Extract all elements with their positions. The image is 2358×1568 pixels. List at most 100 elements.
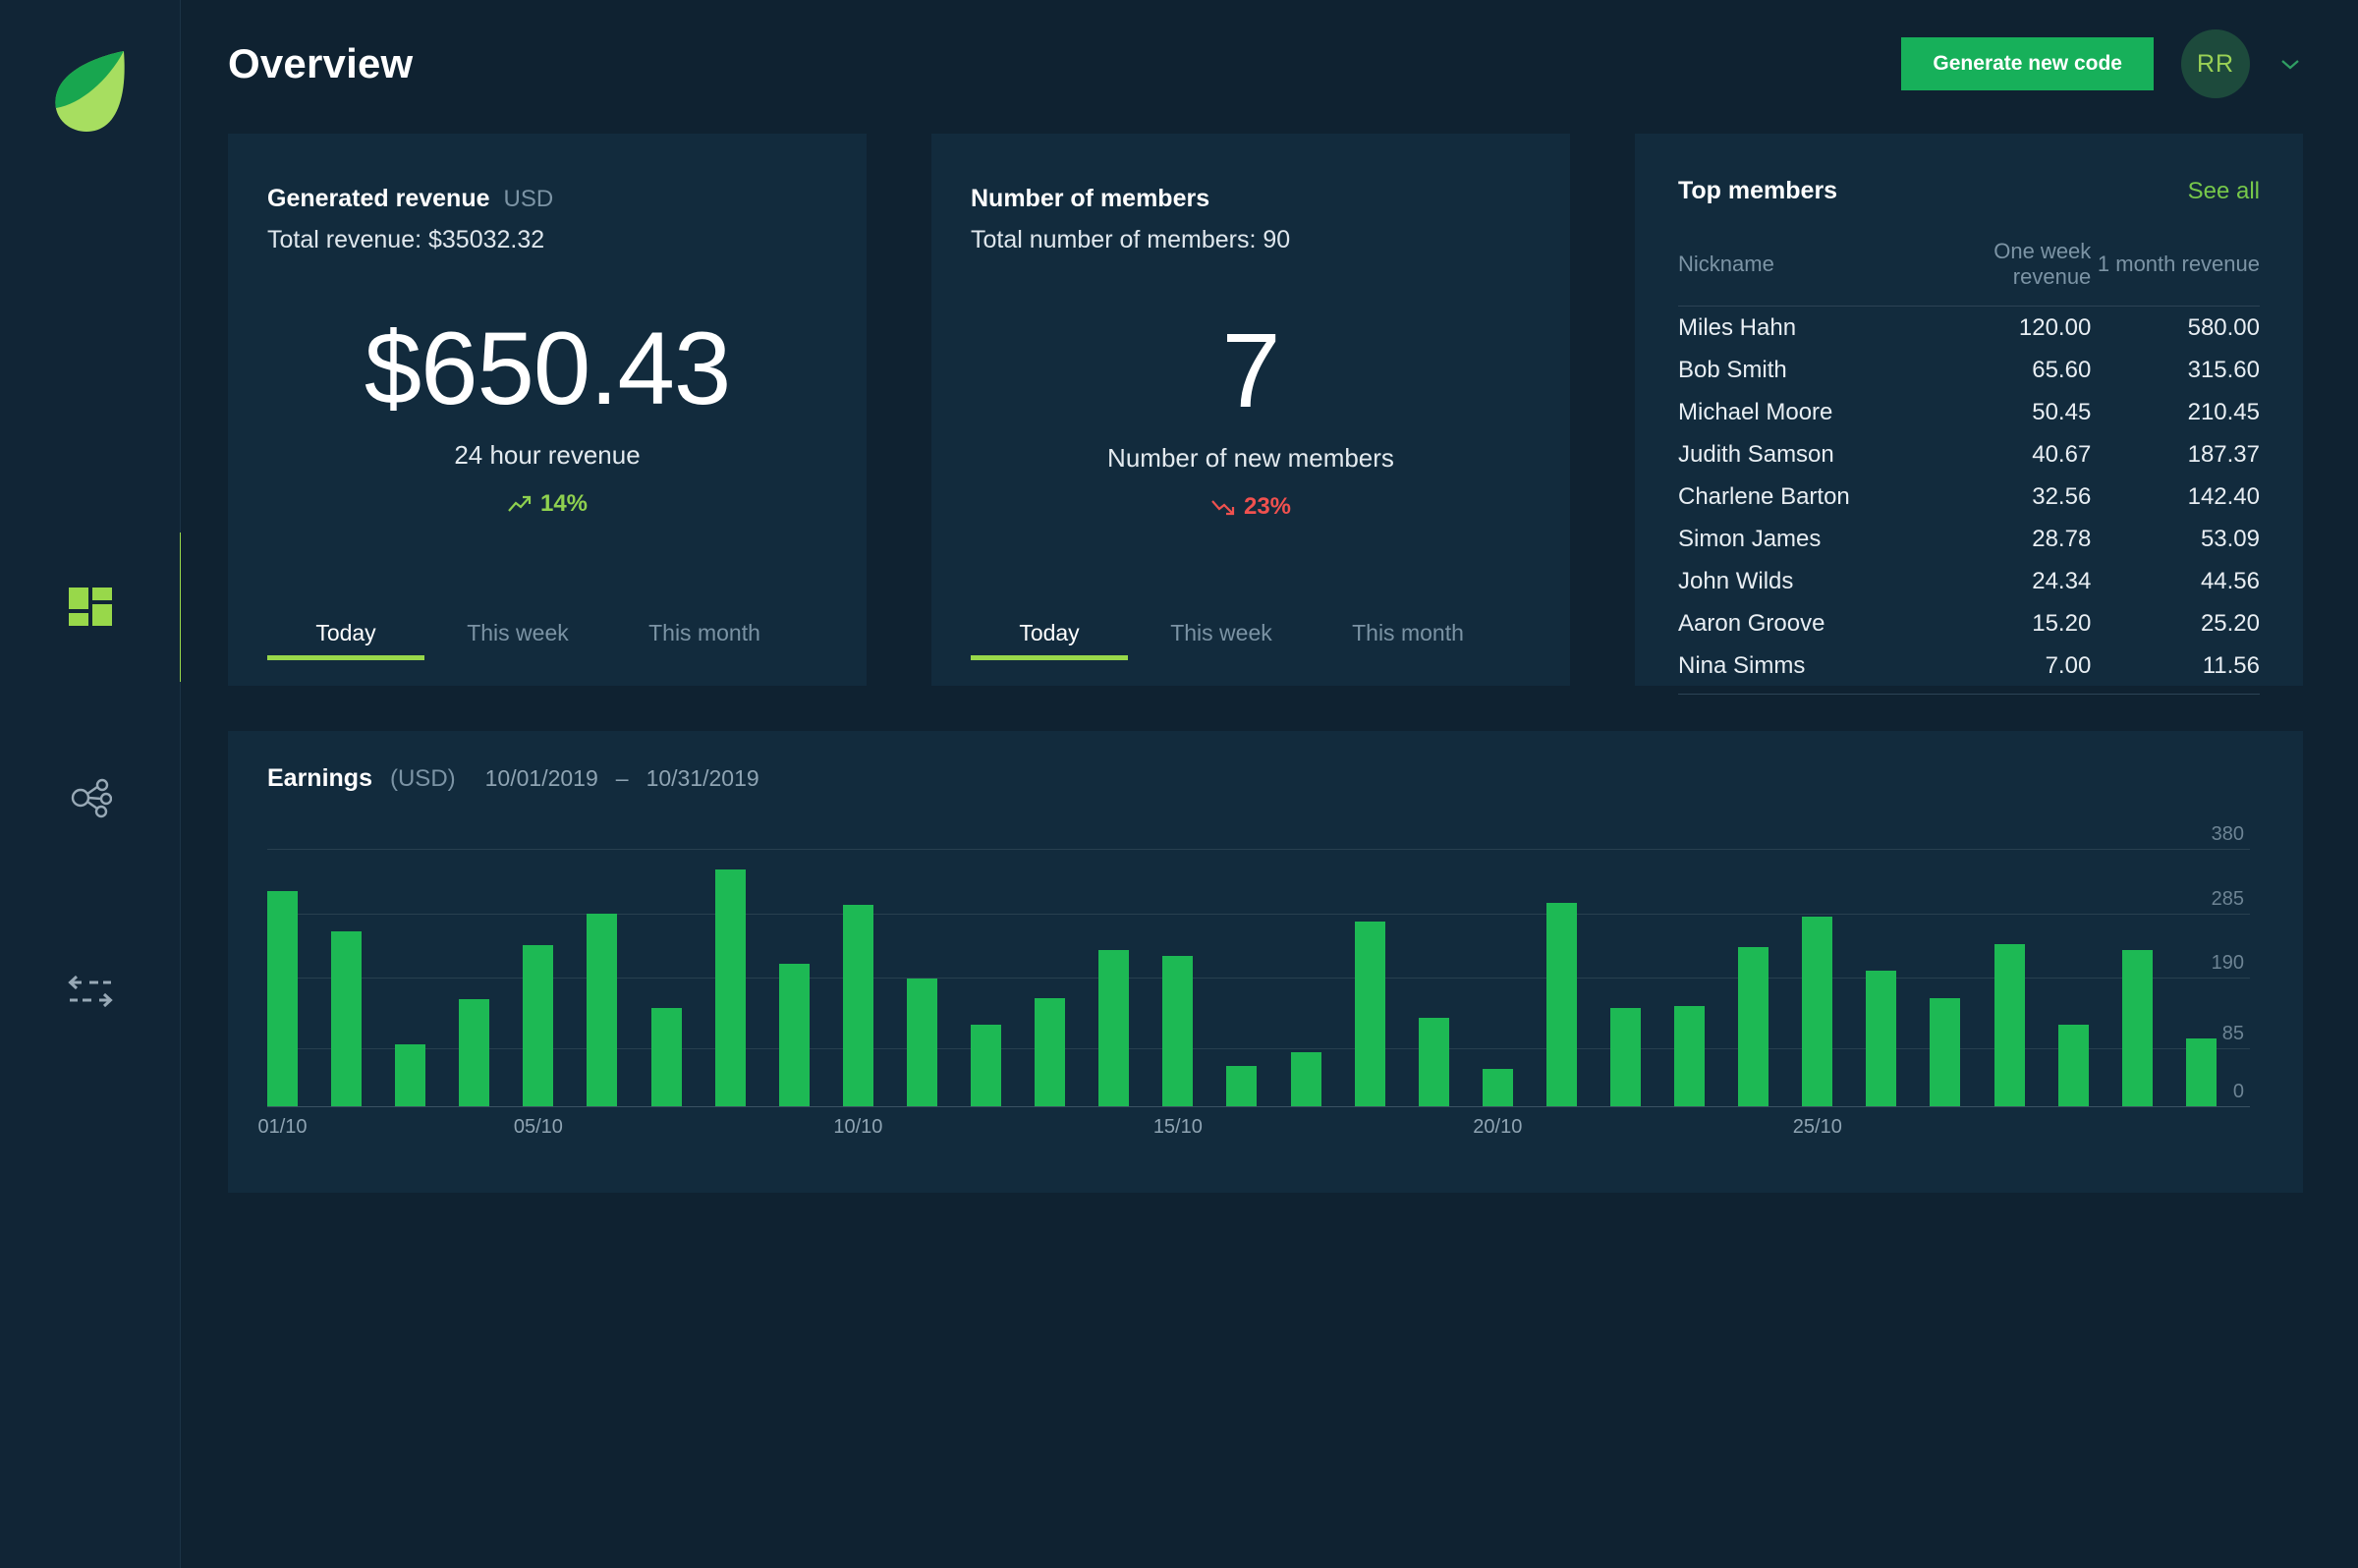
table-row[interactable]: Simon James 28.78 53.09 xyxy=(1678,518,2260,560)
sidebar-item-dashboard[interactable] xyxy=(0,511,185,703)
avatar[interactable]: RR xyxy=(2181,29,2250,98)
chart-bar[interactable] xyxy=(1226,1065,1258,1106)
column-header-one-week-revenue: One week revenue xyxy=(1922,239,2092,307)
table-row[interactable]: Aaron Groove 15.20 25.20 xyxy=(1678,602,2260,644)
summary-cards: Generated revenue USD Total revenue: $35… xyxy=(181,134,2358,695)
tab-revenue-today[interactable]: Today xyxy=(267,620,424,660)
member-one-month-revenue: 210.45 xyxy=(2187,399,2260,425)
members-total-label: Total number of members: 90 xyxy=(971,226,1291,253)
chart-bar[interactable] xyxy=(331,931,363,1106)
chart-bar[interactable] xyxy=(2057,1025,2089,1106)
leaf-logo[interactable] xyxy=(47,47,130,136)
chart-bar[interactable] xyxy=(1738,946,1769,1106)
chart-bar[interactable] xyxy=(523,944,554,1106)
table-row[interactable]: Bob Smith 65.60 315.60 xyxy=(1678,349,2260,391)
chart-bar[interactable] xyxy=(1098,950,1130,1106)
chart-x-tick-label: 25/10 xyxy=(1792,1116,1842,1138)
member-one-week-revenue: 15.20 xyxy=(2032,610,2092,637)
chart-bar[interactable] xyxy=(2185,1038,2217,1106)
chart-bar[interactable] xyxy=(459,999,490,1106)
chart-bar-slot xyxy=(1035,997,1098,1106)
chart-bar[interactable] xyxy=(1866,971,1897,1106)
chart-bar[interactable] xyxy=(778,964,810,1106)
chart-bar[interactable] xyxy=(1609,1008,1641,1106)
tab-members-this-week[interactable]: This week xyxy=(1128,620,1315,660)
member-one-week-revenue: 28.78 xyxy=(2032,526,2092,552)
table-row[interactable]: Nina Simms 7.00 11.56 xyxy=(1678,644,2260,695)
table-row[interactable]: Michael Moore 50.45 210.45 xyxy=(1678,391,2260,433)
chart-bar-slot xyxy=(267,890,331,1106)
chart-bar[interactable] xyxy=(1993,943,2025,1106)
earnings-plot-area: 0 85 190 285 380 xyxy=(267,823,2250,1107)
chart-bar-slot xyxy=(1290,1051,1355,1106)
chart-bar-slot xyxy=(1098,950,1162,1106)
member-one-month-revenue: 315.60 xyxy=(2187,357,2260,383)
chevron-down-icon[interactable] xyxy=(2277,51,2303,77)
chart-bar[interactable] xyxy=(650,1008,682,1106)
chart-bar[interactable] xyxy=(906,979,937,1106)
member-one-month-revenue: 25.20 xyxy=(2200,610,2260,637)
generated-revenue-card: Generated revenue USD Total revenue: $35… xyxy=(228,134,867,686)
chart-bar[interactable] xyxy=(1674,1005,1706,1106)
table-row[interactable]: Charlene Barton 32.56 142.40 xyxy=(1678,476,2260,518)
earnings-chart-header: Earnings (USD) 10/01/2019 – 10/31/2019 xyxy=(228,764,2303,793)
member-nickname: Judith Samson xyxy=(1678,441,1834,468)
sidebar-item-referrals[interactable] xyxy=(0,703,181,896)
chart-bar-slot xyxy=(1802,916,1866,1106)
member-nickname: Charlene Barton xyxy=(1678,483,1850,510)
tab-revenue-this-week[interactable]: This week xyxy=(424,620,611,660)
chart-bar-slot xyxy=(1674,1005,1738,1106)
chart-bar[interactable] xyxy=(1162,955,1194,1106)
table-row[interactable]: John Wilds 24.34 44.56 xyxy=(1678,560,2260,602)
chart-bar[interactable] xyxy=(587,914,618,1106)
chart-bar[interactable] xyxy=(714,868,746,1106)
chart-bar[interactable] xyxy=(842,904,873,1106)
table-row[interactable]: Miles Hahn 120.00 580.00 xyxy=(1678,307,2260,350)
chart-bar[interactable] xyxy=(1930,997,1961,1106)
chart-bar[interactable] xyxy=(1354,922,1385,1106)
table-row[interactable]: Judith Samson 40.67 187.37 xyxy=(1678,433,2260,476)
sidebar-item-transfers[interactable] xyxy=(0,896,181,1089)
tab-members-this-month[interactable]: This month xyxy=(1315,620,1501,660)
tab-revenue-this-month[interactable]: This month xyxy=(611,620,798,660)
revenue-value-caption: 24 hour revenue xyxy=(454,440,641,470)
page-title: Overview xyxy=(228,40,414,86)
chart-bar[interactable] xyxy=(2121,950,2153,1106)
member-nickname: Aaron Groove xyxy=(1678,610,1825,637)
chart-bar[interactable] xyxy=(1802,916,1833,1106)
chart-bar[interactable] xyxy=(267,890,298,1106)
chart-bar[interactable] xyxy=(395,1044,426,1106)
column-header-one-month-revenue: 1 month revenue xyxy=(2091,239,2260,307)
member-one-month-revenue: 53.09 xyxy=(2200,526,2260,552)
see-all-link[interactable]: See all xyxy=(2188,178,2260,205)
chart-y-tick-label: 380 xyxy=(2211,823,2244,845)
chart-bar-slot xyxy=(778,964,843,1106)
chart-bar[interactable] xyxy=(1418,1018,1449,1106)
chart-bar[interactable] xyxy=(1482,1069,1513,1106)
member-one-week-revenue: 40.67 xyxy=(2032,441,2092,468)
chart-bar-slot xyxy=(523,944,587,1106)
topbar-actions: Generate new code RR xyxy=(1901,29,2303,98)
revenue-value: $650.43 xyxy=(364,311,732,426)
chart-x-tick-label: 01/10 xyxy=(257,1116,308,1138)
member-one-month-revenue: 187.37 xyxy=(2187,441,2260,468)
chart-bar-slot xyxy=(2185,1038,2250,1106)
chart-bar-slot xyxy=(971,1025,1035,1106)
chart-bar-slot xyxy=(395,1044,459,1106)
network-share-icon xyxy=(69,776,113,824)
members-card-tabs: Today This week This month xyxy=(971,620,1531,660)
tab-members-today[interactable]: Today xyxy=(971,620,1128,660)
member-one-week-revenue: 7.00 xyxy=(1922,644,2092,695)
transfer-arrows-icon xyxy=(68,971,113,1015)
chart-bar[interactable] xyxy=(1545,903,1577,1106)
sidebar xyxy=(0,0,185,1568)
app-root: Overview Generate new code RR Generated … xyxy=(0,0,2358,1568)
member-nickname: Bob Smith xyxy=(1678,357,1787,383)
generate-new-code-button[interactable]: Generate new code xyxy=(1901,37,2154,90)
chart-bar[interactable] xyxy=(971,1025,1002,1106)
members-value: 7 xyxy=(1221,310,1280,429)
chart-bar[interactable] xyxy=(1290,1051,1321,1106)
chart-bar[interactable] xyxy=(1035,997,1066,1106)
chart-x-tick-label: 05/10 xyxy=(513,1116,563,1138)
earnings-unit: (USD) xyxy=(389,765,456,792)
